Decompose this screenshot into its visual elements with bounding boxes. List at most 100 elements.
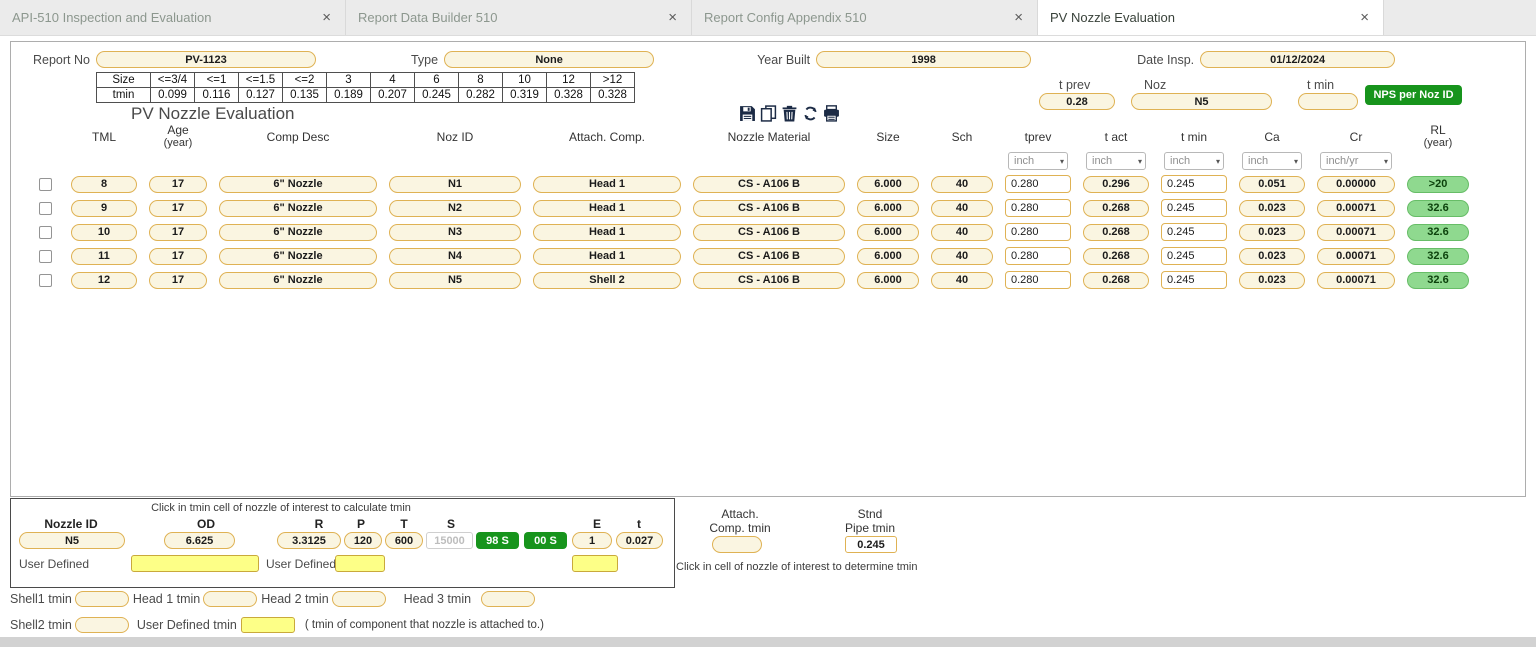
row-checkbox[interactable] — [39, 202, 52, 215]
close-icon[interactable]: × — [1358, 9, 1371, 26]
stnd-pipe-tmin-label: StndPipe tmin — [835, 507, 905, 535]
tab-report-config-appendix[interactable]: Report Config Appendix 510 × — [692, 0, 1038, 35]
s-label: S — [447, 517, 455, 531]
nps-size-cell: >12 — [591, 73, 635, 88]
user-defined-tmin-label: User Defined tmin — [137, 618, 237, 632]
age-cell: 17 — [149, 224, 207, 241]
year-built-field[interactable]: 1998 — [816, 51, 1031, 68]
tprev-input[interactable]: 0.280 — [1005, 271, 1071, 289]
tab-pv-nozzle-evaluation[interactable]: PV Nozzle Evaluation × — [1038, 0, 1384, 35]
cr-cell: 0.00000 — [1317, 176, 1395, 193]
nps-size-cell: 8 — [459, 73, 503, 88]
copy-icon[interactable] — [760, 105, 777, 122]
row-checkbox[interactable] — [39, 178, 52, 191]
tact-cell[interactable]: 0.268 — [1083, 248, 1149, 265]
tprev-input[interactable]: 0.280 — [1005, 223, 1071, 241]
row-checkbox[interactable] — [39, 274, 52, 287]
tmin-input[interactable]: 0.245 — [1161, 271, 1227, 289]
t-min-field[interactable] — [1298, 93, 1358, 110]
table-row: 10 17 6" Nozzle N3 Head 1 CS - A106 B 6.… — [11, 223, 1525, 241]
col-header-comp-desc: Comp Desc — [219, 131, 377, 144]
col-header-tact: t act — [1083, 131, 1149, 144]
cr-cell: 0.00071 — [1317, 200, 1395, 217]
tact-cell[interactable]: 0.268 — [1083, 200, 1149, 217]
attach-comp-tmin-label: Attach.Comp. tmin — [705, 507, 775, 535]
noz-field[interactable]: N5 — [1131, 93, 1272, 110]
tact-cell[interactable]: 0.296 — [1083, 176, 1149, 193]
print-icon[interactable] — [823, 105, 840, 122]
ca-unit-select[interactable]: inch▾ — [1242, 152, 1302, 170]
tab-label: Report Config Appendix 510 — [704, 10, 1012, 25]
col-header-cr: Cr — [1317, 131, 1395, 144]
tmin-input[interactable]: 0.245 — [1161, 223, 1227, 241]
attach-comp-cell: Shell 2 — [533, 272, 681, 289]
cr-cell: 0.00071 — [1317, 224, 1395, 241]
attach-comp-cell: Head 1 — [533, 200, 681, 217]
tmin-input[interactable]: 0.245 — [1161, 247, 1227, 265]
tprev-input[interactable]: 0.280 — [1005, 199, 1071, 217]
user-defined-input-1[interactable] — [131, 555, 259, 572]
r-label: R — [315, 517, 324, 531]
page-title: PV Nozzle Evaluation — [131, 104, 294, 123]
nps-size-cell: 6 — [415, 73, 459, 88]
tprev-unit-select[interactable]: inch▾ — [1008, 152, 1068, 170]
col-header-tprev: tprev — [1005, 131, 1071, 144]
tprev-input[interactable]: 0.280 — [1005, 247, 1071, 265]
tmin-input[interactable]: 0.245 — [1161, 175, 1227, 193]
s-98-button[interactable]: 98 S — [476, 532, 519, 549]
col-header-sch: Sch — [931, 131, 993, 144]
head2-tmin-field — [332, 591, 386, 607]
col-header-attach-comp: Attach. Comp. — [533, 131, 681, 144]
head3-tmin-label: Head 3 tmin — [404, 592, 471, 606]
tact-cell[interactable]: 0.268 — [1083, 224, 1149, 241]
attach-comp-cell: Head 1 — [533, 248, 681, 265]
tab-report-data-builder[interactable]: Report Data Builder 510 × — [346, 0, 692, 35]
row-checkbox[interactable] — [39, 226, 52, 239]
determine-tmin-hint: Click in cell of nozzle of interest to d… — [676, 561, 918, 573]
tab-api510-inspection[interactable]: API-510 Inspection and Evaluation × — [0, 0, 346, 35]
comp-desc-cell: 6" Nozzle — [219, 248, 377, 265]
close-icon[interactable]: × — [320, 9, 333, 26]
rl-cell: 32.6 — [1407, 248, 1469, 265]
comp-desc-cell: 6" Nozzle — [219, 272, 377, 289]
user-defined-input-2[interactable] — [335, 555, 385, 572]
tact-unit-select[interactable]: inch▾ — [1086, 152, 1146, 170]
t-prev-field[interactable]: 0.28 — [1039, 93, 1115, 110]
row-checkbox[interactable] — [39, 250, 52, 263]
chevron-down-icon: ▾ — [1216, 157, 1220, 166]
tmin-input[interactable]: 0.245 — [1161, 199, 1227, 217]
s-00-button[interactable]: 00 S — [524, 532, 567, 549]
nps-per-noz-id-button[interactable]: NPS per Noz ID — [1365, 85, 1462, 105]
cr-unit-select[interactable]: inch/yr▾ — [1320, 152, 1392, 170]
tact-cell[interactable]: 0.268 — [1083, 272, 1149, 289]
p-field: 120 — [344, 532, 382, 549]
nozzle-material-cell: CS - A106 B — [693, 272, 845, 289]
cr-cell: 0.00071 — [1317, 272, 1395, 289]
delete-icon[interactable] — [781, 105, 798, 122]
tab-label: Report Data Builder 510 — [358, 10, 666, 25]
type-field[interactable]: None — [444, 51, 654, 68]
nps-tmin-cell: 0.282 — [459, 88, 503, 103]
head3-tmin-field — [481, 591, 535, 607]
save-icon[interactable] — [739, 105, 756, 122]
report-no-field[interactable]: PV-1123 — [96, 51, 316, 68]
user-defined-label-1: User Defined — [19, 557, 89, 571]
nps-tmin-cell: 0.099 — [151, 88, 195, 103]
refresh-icon[interactable] — [802, 105, 819, 122]
user-defined-tmin-input[interactable] — [241, 617, 295, 633]
rl-cell: 32.6 — [1407, 224, 1469, 241]
close-icon[interactable]: × — [666, 9, 679, 26]
nps-tmin-cell: 0.319 — [503, 88, 547, 103]
date-insp-field[interactable]: 01/12/2024 — [1200, 51, 1395, 68]
tab-label: API-510 Inspection and Evaluation — [12, 10, 320, 25]
head2-tmin-label: Head 2 tmin — [261, 592, 328, 606]
tprev-input[interactable]: 0.280 — [1005, 175, 1071, 193]
tmin-unit-select[interactable]: inch▾ — [1164, 152, 1224, 170]
tml-cell: 12 — [71, 272, 137, 289]
nps-tmin-cell: 0.135 — [283, 88, 327, 103]
shell2-tmin-field — [75, 617, 129, 633]
noz-id-cell: N1 — [389, 176, 521, 193]
user-defined-input-3[interactable] — [572, 555, 618, 572]
close-icon[interactable]: × — [1012, 9, 1025, 26]
sch-cell: 40 — [931, 200, 993, 217]
